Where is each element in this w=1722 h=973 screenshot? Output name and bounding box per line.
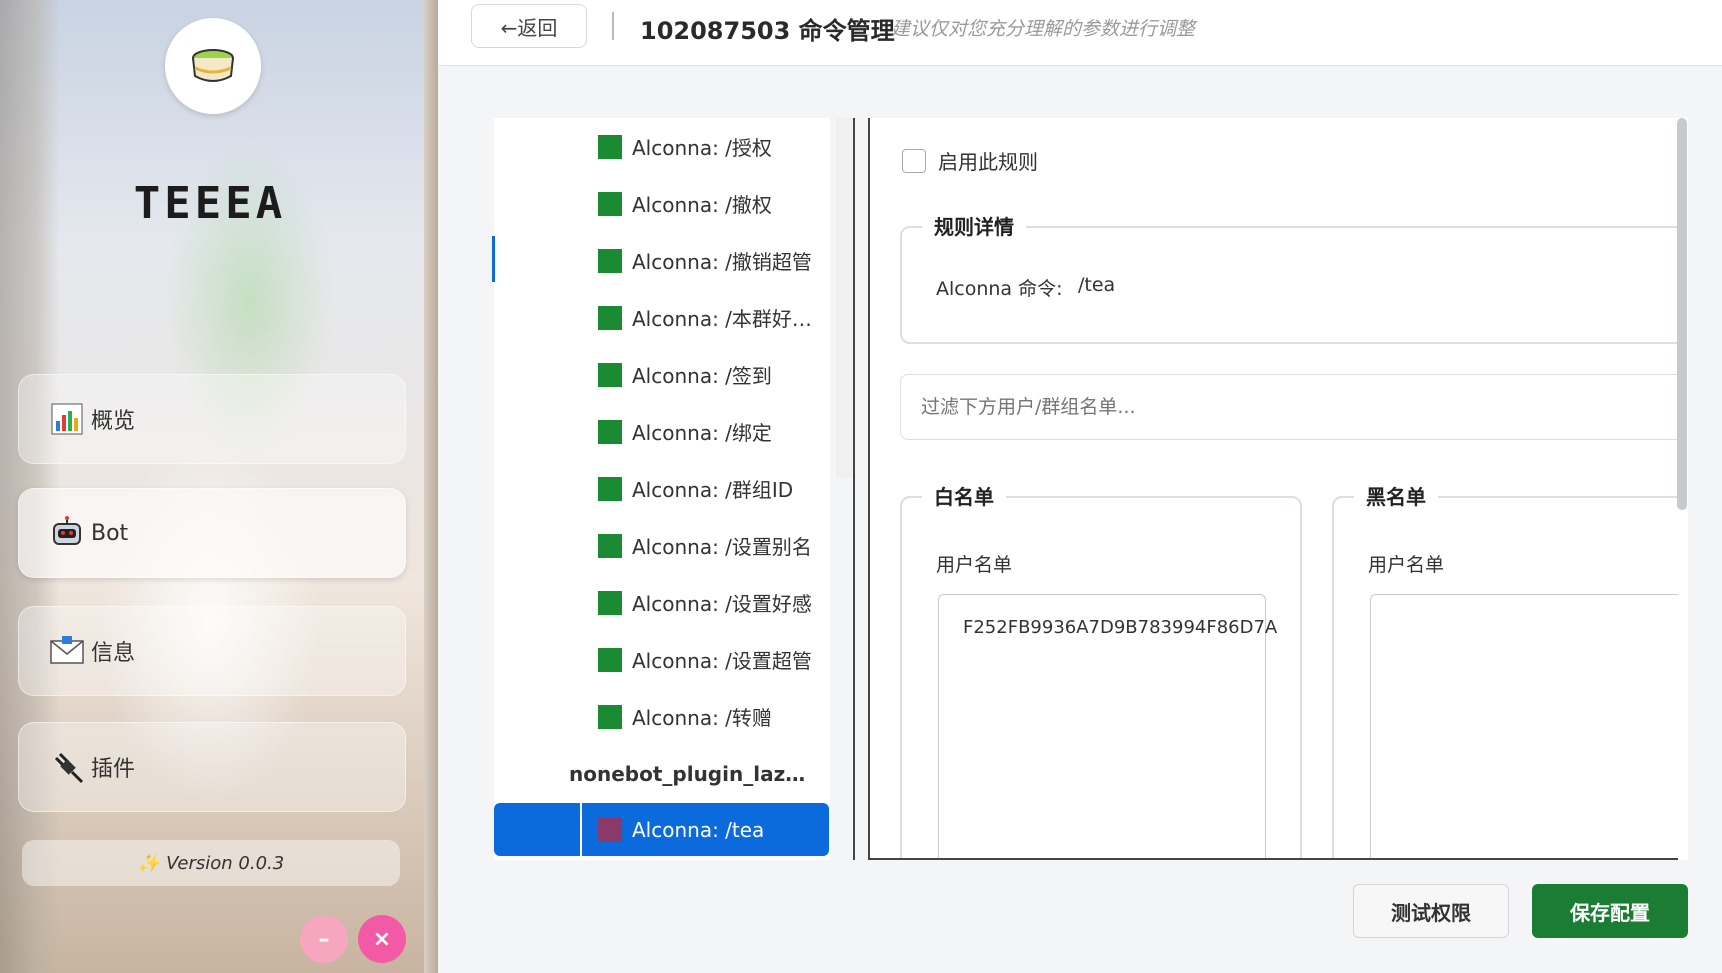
command-status-icon: [598, 590, 622, 615]
blacklist-user-list[interactable]: [1370, 594, 1678, 858]
command-item[interactable]: Alconna: /转赠: [494, 688, 830, 745]
minimize-button[interactable]: –: [300, 915, 348, 963]
command-item[interactable]: Alconna: /群组ID: [494, 460, 830, 517]
nav-plugins-label: 插件: [91, 757, 136, 782]
command-list-scrollbar[interactable]: [836, 118, 854, 478]
page-title: 102087503 命令管理: [640, 17, 895, 45]
plug-icon: [49, 749, 85, 785]
command-status-icon: [598, 191, 622, 216]
blacklist-group: 黑名单 用户名单: [1332, 481, 1678, 858]
command-item[interactable]: Alconna: /撤销超管: [494, 232, 830, 289]
command-label: Alconna: /设置好感: [632, 592, 812, 616]
command-label: Alconna: /转赠: [632, 706, 772, 730]
command-status-icon: [598, 533, 622, 558]
command-status-icon: [598, 305, 622, 330]
command-item[interactable]: Alconna: /本群好感...: [494, 289, 830, 346]
command-list: Alconna: /授权 Alconna: /撤权 Alconna: /撤销超管…: [494, 118, 830, 860]
version-badge: ✨ Version 0.0.3: [22, 840, 400, 886]
command-status-icon: [598, 817, 622, 842]
command-item[interactable]: Alconna: /签到: [494, 346, 830, 403]
command-label: Alconna: /授权: [632, 136, 772, 160]
robot-icon: [49, 515, 85, 551]
plugin-group-header[interactable]: nonebot_plugin_lazytea_s...: [494, 745, 830, 802]
command-item[interactable]: Alconna: /绑定: [494, 403, 830, 460]
blacklist-user-label: 用户名单: [1368, 554, 1445, 576]
list-divider: [853, 118, 855, 860]
list-current-indicator: [492, 236, 495, 282]
nav-plugins[interactable]: 插件: [18, 722, 406, 812]
whitelist-user-entry[interactable]: F252FB9936A7D9B783994F86D7A: [963, 617, 1277, 638]
sidebar: TEEEA 概览 Bot 信息 插件 ✨ Version 0.0.3 – ×: [0, 0, 438, 973]
command-status-icon: [598, 419, 622, 444]
command-status-icon: [598, 647, 622, 672]
blacklist-legend: 黑名单: [1354, 481, 1438, 510]
rule-details-group: 规则详情 Alconna 命令: /tea: [900, 211, 1678, 344]
command-item[interactable]: Alconna: /设置别名: [494, 517, 830, 574]
app-logo: [165, 18, 261, 114]
command-label: Alconna: /撤销超管: [632, 250, 812, 274]
version-label: Version 0.0.3: [166, 852, 285, 874]
back-button[interactable]: ←返回: [471, 4, 587, 48]
command-label: Alconna: /签到: [632, 364, 772, 388]
whitelist-user-label: 用户名单: [936, 554, 1013, 576]
close-button[interactable]: ×: [358, 915, 406, 963]
command-status-icon: [598, 134, 622, 159]
whitelist-legend: 白名单: [922, 481, 1006, 510]
chart-icon: [49, 401, 85, 437]
command-field-label: Alconna 命令:: [936, 278, 1063, 300]
test-permission-button[interactable]: 测试权限: [1353, 884, 1509, 938]
save-config-button[interactable]: 保存配置: [1532, 884, 1688, 938]
command-label: Alconna: /tea: [632, 817, 765, 842]
header-divider: [612, 12, 614, 40]
page-subtitle: 建议仅对您充分理解的参数进行调整: [891, 18, 1196, 40]
command-status-icon: [598, 248, 622, 273]
mail-icon: [49, 633, 85, 669]
whitelist-user-list[interactable]: F252FB9936A7D9B783994F86D7A: [938, 594, 1277, 858]
nav-bot-label: Bot: [91, 520, 129, 546]
command-label: Alconna: /设置超管: [632, 649, 812, 673]
command-label: Alconna: /群组ID: [632, 478, 794, 502]
enable-rule-toggle[interactable]: 启用此规则: [902, 146, 1038, 175]
user-filter-input[interactable]: [900, 374, 1678, 440]
brand-title: TEEEA: [133, 178, 287, 229]
whitelist-group: 白名单 用户名单 F252FB9936A7D9B783994F86D7A: [900, 481, 1302, 858]
nav-messages[interactable]: 信息: [18, 606, 406, 696]
plugin-group-label: nonebot_plugin_lazytea_s...: [569, 761, 809, 786]
command-status-icon: [598, 704, 622, 729]
enable-rule-checkbox[interactable]: [902, 148, 926, 173]
command-status-icon: [598, 362, 622, 387]
nav-overview-label: 概览: [91, 409, 136, 434]
sparkle-icon: ✨: [137, 852, 161, 874]
command-label: Alconna: /设置别名: [632, 535, 812, 559]
nav-messages-label: 信息: [91, 641, 136, 666]
command-status-icon: [598, 476, 622, 501]
nav-overview[interactable]: 概览: [18, 374, 406, 464]
rule-panel: 启用此规则 规则详情 Alconna 命令: /tea 白名单 用户名单 F25…: [868, 118, 1678, 860]
command-item-selected[interactable]: Alconna: /tea: [582, 803, 829, 856]
panel-scrollbar[interactable]: [1677, 118, 1687, 510]
page-header: ←返回 102087503 命令管理 建议仅对您充分理解的参数进行调整: [438, 0, 1722, 66]
command-field-value: /tea: [1078, 274, 1116, 296]
command-label: Alconna: /本群好感...: [632, 307, 822, 331]
command-label: Alconna: /绑定: [632, 421, 772, 445]
command-item[interactable]: Alconna: /授权: [494, 118, 830, 175]
selected-row-highlight: [494, 803, 580, 856]
tea-cup-icon: [192, 49, 234, 82]
command-item[interactable]: Alconna: /设置好感: [494, 574, 830, 631]
rule-details-legend: 规则详情: [922, 211, 1026, 240]
enable-rule-label: 启用此规则: [938, 150, 1038, 174]
nav-bot[interactable]: Bot: [18, 488, 406, 578]
command-label: Alconna: /撤权: [632, 193, 772, 217]
command-item[interactable]: Alconna: /设置超管: [494, 631, 830, 688]
command-item[interactable]: Alconna: /撤权: [494, 175, 830, 232]
